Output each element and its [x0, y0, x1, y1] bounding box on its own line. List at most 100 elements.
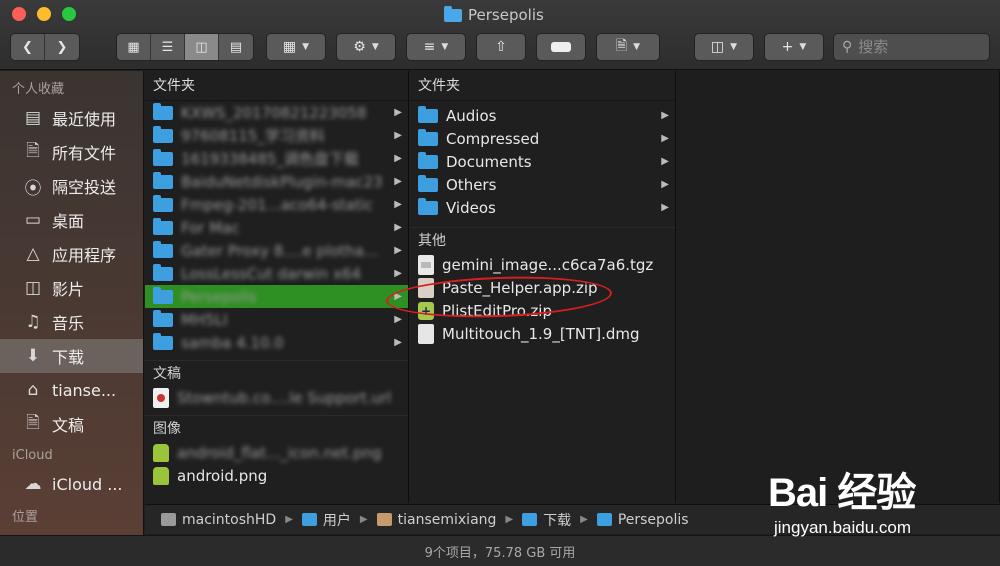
list-item[interactable]: Multitouch_1.9_[TNT].dmg — [410, 322, 675, 345]
list-item[interactable]: + PlistEditPro.zip — [410, 299, 675, 322]
archive-button[interactable]: ◫ ▼ — [694, 33, 754, 61]
downloads-icon: ⬇ — [25, 346, 41, 366]
hard-drive-icon — [161, 513, 176, 526]
desktop-icon: ▭ — [24, 210, 42, 230]
sidebar-item-label: 应用程序 — [52, 246, 117, 265]
path-segment[interactable]: tiansemixiang — [398, 512, 497, 528]
gear-icon: ⚙ — [353, 39, 366, 55]
sidebar-item-documents[interactable]: 🗎 文稿 — [0, 407, 143, 441]
chevron-down-icon: ▼ — [371, 42, 379, 52]
disclosure-arrow-icon: ▶ — [394, 107, 402, 118]
zip-file-icon — [418, 277, 434, 298]
search-input[interactable] — [858, 38, 979, 56]
disclosure-arrow-icon: ▶ — [661, 156, 669, 167]
zoom-window-button[interactable] — [62, 7, 76, 21]
sidebar-item-label: 桌面 — [52, 212, 85, 231]
list-item-selected[interactable]: Persepolis ▶ — [145, 285, 408, 308]
sidebar-item-recents[interactable]: ▤ 最近使用 — [0, 101, 143, 135]
add-button[interactable]: + ▼ — [764, 33, 824, 61]
list-item[interactable]: Stowntub.co....le Support.url — [145, 386, 408, 409]
sidebar-item-music[interactable]: ♫ 音乐 — [0, 305, 143, 339]
file-name: android.png — [177, 466, 268, 485]
file-name: gemini_image...c6ca7a6.tgz — [442, 255, 654, 274]
list-item[interactable]: android.png — [145, 464, 408, 487]
folder-icon — [153, 309, 173, 327]
search-icon: ⚲ — [842, 39, 853, 55]
group-by-button[interactable]: ▦ ▼ — [266, 33, 326, 61]
path-segment[interactable]: macintoshHD — [182, 512, 276, 528]
search-field[interactable]: ⚲ — [833, 33, 990, 61]
sidebar-item-downloads[interactable]: ⬇ 下载 — [0, 339, 143, 373]
forward-button[interactable]: ❯ — [45, 34, 79, 60]
list-item[interactable]: Gater Proxy 8....e plothacker ▶ — [145, 239, 408, 262]
folder-name: BaiduNetdiskPlugin-mac23 — [181, 172, 383, 191]
disclosure-arrow-icon: ▶ — [394, 291, 402, 302]
list-item[interactable]: BaiduNetdiskPlugin-mac23 ▶ — [145, 170, 408, 193]
url-file-icon — [153, 387, 169, 408]
list-item[interactable]: Fmpeg-201...aco64-static ▶ — [145, 193, 408, 216]
disclosure-arrow-icon: ▶ — [394, 245, 402, 256]
gallery-view-button[interactable]: ▤ — [219, 34, 253, 60]
column-view-button[interactable]: ◫ — [185, 34, 219, 60]
sidebar-item-home[interactable]: ⌂ tianse... — [0, 373, 143, 407]
action-menu-button[interactable]: ⚙ ▼ — [336, 33, 396, 61]
list-item[interactable]: 1619338485_调色盘下载 ▶ — [145, 147, 408, 170]
disclosure-arrow-icon: ▶ — [394, 314, 402, 325]
gallery-view-icon: ▤ — [229, 39, 243, 55]
window-title-text: Persepolis — [468, 6, 544, 24]
sidebar-item-icloud-drive[interactable]: ☁ iCloud ... — [0, 467, 143, 501]
list-item[interactable]: Paste_Helper.app.zip — [410, 276, 675, 299]
folder-name: Persepolis — [181, 287, 257, 306]
tags-button[interactable] — [536, 33, 586, 61]
arrange-button[interactable]: ≡ ▼ — [406, 33, 466, 61]
folder-name: Fmpeg-201...aco64-static — [181, 195, 374, 214]
title-bar: Persepolis ❮ ❯ ▦ ☰ ◫ ▤ ▦▼ ⚙▼ ≡▼ ⇧ 🗎▼ — [0, 0, 1000, 70]
sidebar-header-favorites: 个人收藏 — [12, 82, 65, 97]
back-button[interactable]: ❮ — [11, 34, 45, 60]
list-item[interactable]: Videos ▶ — [410, 196, 675, 219]
close-window-button[interactable] — [12, 7, 26, 21]
list-item[interactable]: 97608115_学习资料 ▶ — [145, 124, 408, 147]
list-item[interactable]: gemini_image...c6ca7a6.tgz — [410, 253, 675, 276]
sidebar-item-applications[interactable]: △ 应用程序 — [0, 237, 143, 271]
icon-view-button[interactable]: ▦ — [117, 34, 151, 60]
list-view-button[interactable]: ☰ — [151, 34, 185, 60]
list-item[interactable]: KXWS_20170821223058 ▶ — [145, 101, 408, 124]
sidebar-item-desktop[interactable]: ▭ 桌面 — [0, 203, 143, 237]
folder-icon — [153, 286, 173, 304]
list-item[interactable]: Compressed ▶ — [410, 127, 675, 150]
disclosure-arrow-icon: ▶ — [661, 179, 669, 190]
list-item[interactable]: Documents ▶ — [410, 150, 675, 173]
sidebar-item-airdrop[interactable]: ⦿ 隔空投送 — [0, 169, 143, 203]
applications-icon: △ — [26, 244, 40, 264]
chevron-right-icon: ▶ — [580, 514, 588, 525]
list-item[interactable]: Audios ▶ — [410, 104, 675, 127]
home-icon — [376, 513, 392, 526]
movies-icon: ◫ — [24, 278, 42, 298]
sidebar-item-movies[interactable]: ◫ 影片 — [0, 271, 143, 305]
column-empty[interactable] — [677, 71, 1000, 503]
path-segment[interactable]: 用户 — [323, 510, 351, 530]
list-item[interactable]: android_flat..._icon.net.png — [145, 441, 408, 464]
chevron-left-icon: ❮ — [22, 39, 33, 55]
folder-name: 97608115_学习资料 — [181, 127, 325, 145]
column-subheader: 图像 — [145, 415, 408, 441]
chevron-right-icon: ▶ — [285, 514, 293, 525]
file-name: PlistEditPro.zip — [442, 301, 552, 320]
tgz-file-icon — [418, 254, 434, 275]
path-segment[interactable]: Persepolis — [618, 512, 689, 528]
icon-view-icon: ▦ — [127, 39, 140, 55]
documents-icon: 🗎 — [26, 412, 40, 433]
share-button[interactable]: ⇧ — [476, 33, 526, 61]
list-item[interactable]: samba 4.10.0 ▶ — [145, 331, 408, 354]
minimize-window-button[interactable] — [37, 7, 51, 21]
path-segment[interactable]: 下载 — [543, 510, 571, 530]
folder-name: Gater Proxy 8....e plothacker — [181, 241, 387, 260]
list-item[interactable]: MH5LI ▶ — [145, 308, 408, 331]
sidebar-item-all-files[interactable]: 🗎 所有文件 — [0, 135, 143, 169]
dmg-file-icon — [418, 323, 434, 344]
list-item[interactable]: Others ▶ — [410, 173, 675, 196]
list-item[interactable]: For Mac ▶ — [145, 216, 408, 239]
new-document-button[interactable]: 🗎 ▼ — [596, 33, 660, 61]
list-item[interactable]: LossLessCut darwin x64 ▶ — [145, 262, 408, 285]
